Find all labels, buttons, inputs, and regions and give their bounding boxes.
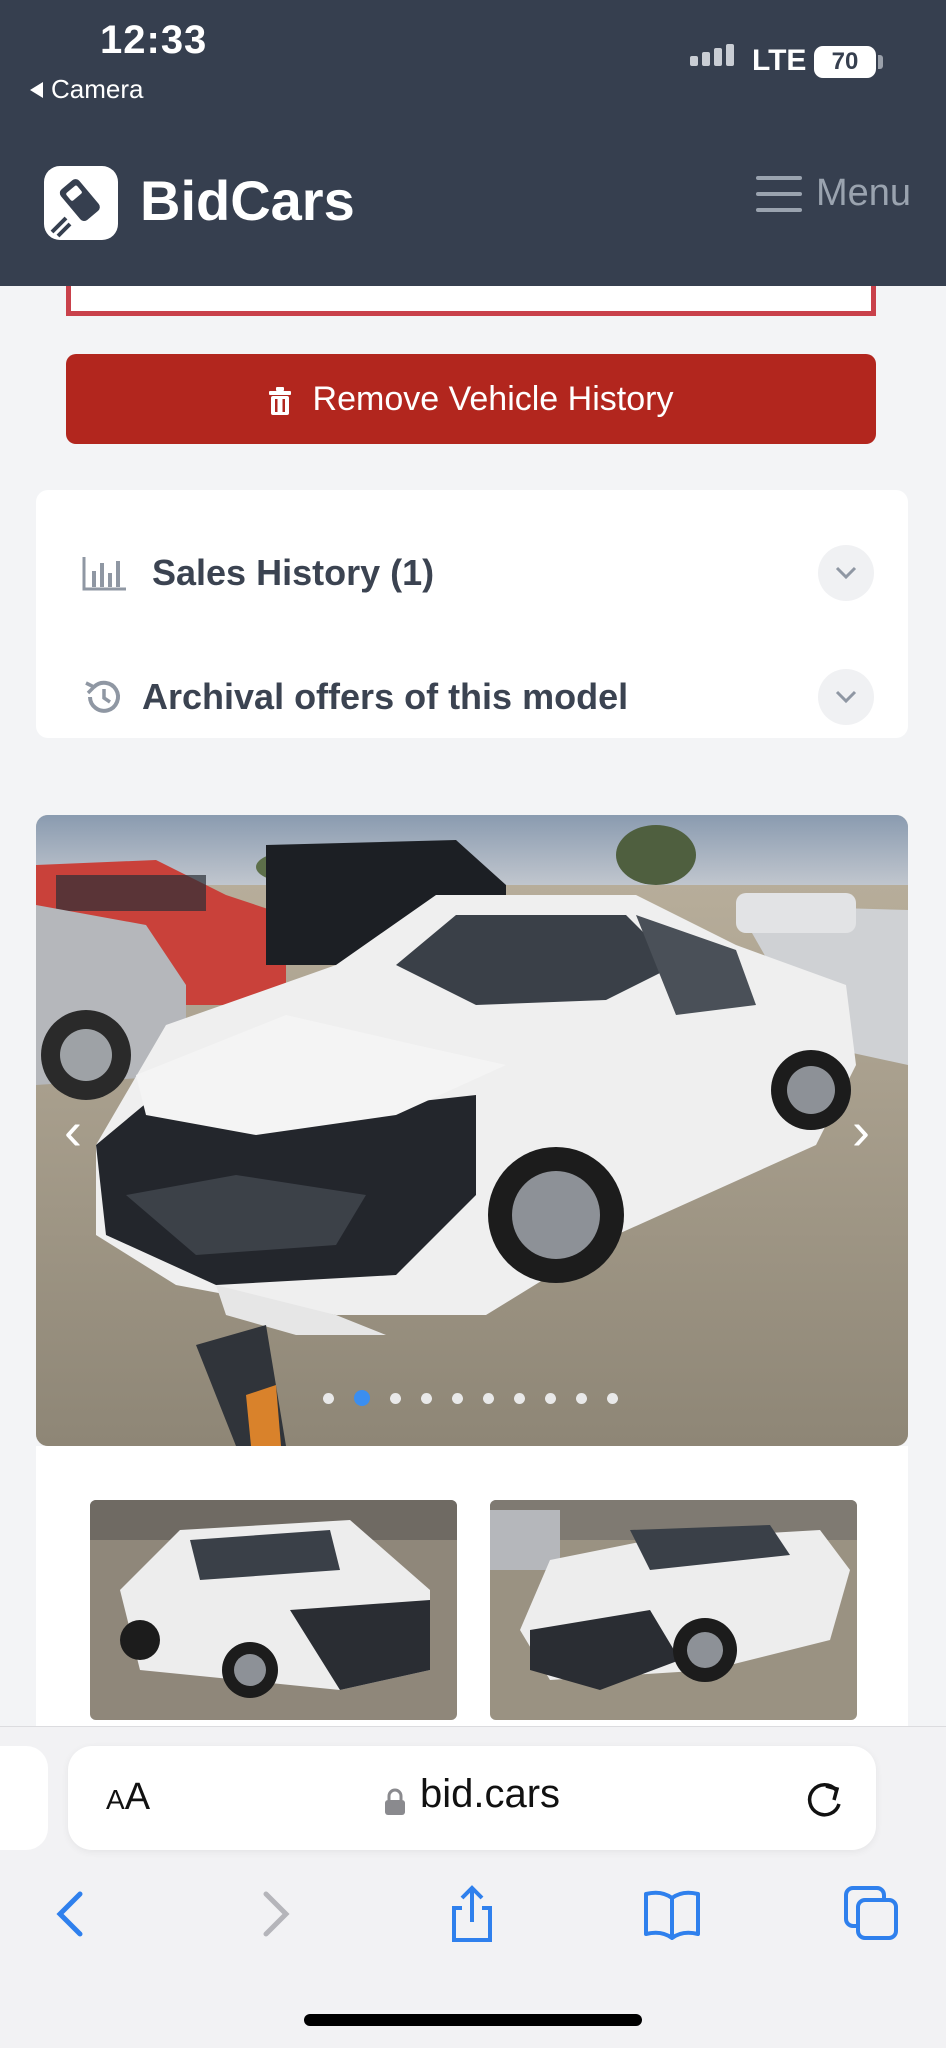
gallery-dot[interactable] — [607, 1392, 618, 1404]
accordion-title: Sales History (1) — [152, 552, 435, 593]
share-icon[interactable] — [442, 1884, 502, 1944]
menu-label: Menu — [816, 172, 912, 214]
back-app-label: Camera — [51, 74, 144, 104]
back-triangle-icon — [30, 81, 43, 98]
gallery-pagination — [323, 1390, 618, 1406]
signal-strength-icon — [690, 44, 734, 66]
battery-tip-icon — [878, 55, 883, 69]
back-to-app-link[interactable]: Camera — [30, 74, 143, 105]
accordion-card: Sales History (1) Archival offers of thi… — [36, 490, 908, 738]
gallery-dot[interactable] — [483, 1392, 494, 1404]
reload-icon[interactable] — [800, 1776, 848, 1824]
forward-arrow-icon[interactable] — [244, 1884, 304, 1944]
bookmarks-icon[interactable] — [642, 1884, 702, 1944]
gallery-dot[interactable] — [514, 1392, 525, 1404]
lock-icon — [384, 1781, 406, 1815]
vin-input-remnant — [66, 286, 876, 316]
gallery-dot[interactable] — [354, 1390, 370, 1406]
hamburger-icon — [756, 175, 802, 212]
network-type: LTE — [752, 44, 807, 77]
status-time: 12:33 — [100, 18, 208, 62]
gallery-dot[interactable] — [545, 1392, 556, 1404]
text-size-button[interactable]: AA — [106, 1776, 150, 1819]
gallery-dot[interactable] — [576, 1392, 587, 1404]
url-display[interactable]: bid.cars — [384, 1772, 560, 1817]
back-arrow-icon[interactable] — [42, 1884, 102, 1944]
history-icon — [82, 677, 126, 717]
bidcars-logo-icon[interactable] — [44, 166, 118, 240]
home-indicator[interactable] — [304, 2014, 642, 2026]
previous-tab-peek[interactable] — [0, 1746, 48, 1850]
gallery-thumbnail[interactable] — [490, 1500, 857, 1720]
gallery-next-icon[interactable]: › — [852, 1100, 870, 1162]
battery-level: 70 — [814, 46, 876, 78]
gallery-prev-icon[interactable]: ‹ — [64, 1100, 82, 1162]
chevron-down-icon[interactable] — [818, 669, 874, 725]
gallery-main-image[interactable] — [36, 815, 908, 1446]
trash-icon — [268, 385, 291, 415]
gallery-dot[interactable] — [452, 1392, 463, 1404]
accordion-sales-history[interactable]: Sales History (1) — [36, 528, 908, 618]
gallery-dot[interactable] — [390, 1392, 401, 1404]
gallery-dot[interactable] — [323, 1392, 334, 1404]
brand-name[interactable]: BidCars — [140, 168, 355, 233]
remove-history-label: Remove Vehicle History — [312, 379, 674, 418]
menu-button[interactable]: Menu — [756, 172, 911, 215]
remove-vehicle-history-button[interactable]: Remove Vehicle History — [66, 354, 876, 444]
app-header: 12:33 Camera LTE 70 BidCars Menu — [0, 0, 946, 286]
gallery-dot[interactable] — [421, 1392, 432, 1404]
accordion-title: Archival offers of this model — [142, 676, 629, 717]
gallery-thumbnail[interactable] — [90, 1500, 457, 1720]
bar-chart-icon — [82, 553, 126, 593]
url-text: bid.cars — [420, 1772, 561, 1816]
chevron-down-icon[interactable] — [818, 545, 874, 601]
tabs-icon[interactable] — [842, 1884, 902, 1944]
accordion-archival-offers[interactable]: Archival offers of this model — [36, 652, 908, 742]
